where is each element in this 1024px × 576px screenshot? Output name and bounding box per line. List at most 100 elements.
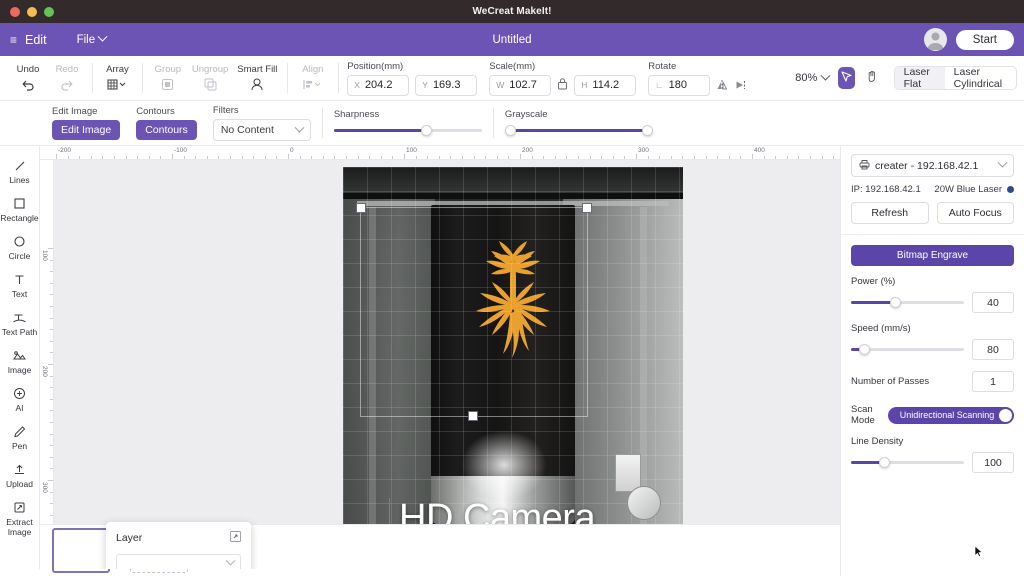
tool-extract-image[interactable]: Extract Image — [0, 500, 40, 537]
chevron-down-icon — [97, 31, 108, 42]
laser-cylindrical-option[interactable]: Laser Cylindrical — [945, 67, 1016, 89]
grayscale-group: Grayscale — [497, 101, 661, 145]
start-button[interactable]: Start — [955, 29, 1014, 50]
position-y-input[interactable]: Y 169.3 — [415, 74, 478, 96]
scale-width-input[interactable]: W 102.7 — [489, 74, 552, 96]
tool-circle[interactable]: Circle — [0, 234, 40, 261]
laser-mode-segmented[interactable]: Laser Flat Laser Cylindrical — [893, 66, 1017, 90]
page-thumbnail[interactable] — [52, 528, 110, 573]
sharpness-group: Sharpness — [326, 101, 490, 145]
laser-status-indicator — [1007, 186, 1014, 193]
rotate-group: Rotate ∟ 180 — [642, 56, 754, 100]
power-slider[interactable] — [851, 297, 964, 309]
canvas-area[interactable]: -200 -100 0 100 200 300 400 100 200 300 — [40, 146, 840, 569]
position-group: Position(mm) X 204.2 Y 169.3 — [341, 56, 483, 100]
edit-image-button[interactable]: Edit Image — [52, 120, 121, 140]
tools-sidebar: Lines Rectangle Circle Text Text Path Image AI… — [0, 146, 40, 569]
tool-upload[interactable]: Upload — [0, 462, 40, 489]
ungroup-button[interactable]: Ungroup — [192, 64, 228, 92]
slider-knob[interactable] — [879, 457, 890, 468]
slider-knob[interactable] — [859, 344, 871, 355]
device-actions: Refresh Auto Focus — [851, 202, 1014, 224]
slider-knob[interactable] — [890, 297, 901, 308]
resize-handle-tl[interactable] — [356, 203, 366, 213]
pan-tool-button[interactable] — [864, 67, 881, 89]
selection-bounding-box[interactable] — [356, 203, 592, 421]
slider-knob[interactable] — [641, 124, 653, 136]
laser-flat-option[interactable]: Laser Flat — [894, 67, 945, 89]
toggle-knob — [999, 408, 1012, 422]
filters-select[interactable]: No Content — [212, 119, 311, 141]
position-x-input[interactable]: X 204.2 — [347, 74, 410, 96]
layer-select[interactable] — [116, 554, 241, 569]
main-area: Lines Rectangle Circle Text Text Path Image AI… — [0, 146, 1024, 569]
artboard-image[interactable]: HD Camera < 1mm Ultra Precision — [343, 167, 683, 524]
auto-focus-button[interactable]: Auto Focus — [936, 202, 1014, 224]
hamburger-icon[interactable]: ≡ — [10, 33, 17, 47]
expand-icon[interactable] — [230, 531, 241, 545]
line-density-row: 100 — [851, 452, 1014, 473]
align-icon — [303, 77, 323, 92]
zoom-selector[interactable]: 80% — [795, 70, 831, 84]
extract-image-icon — [13, 500, 26, 515]
device-ip-label: IP: 192.168.42.1 — [851, 184, 921, 195]
ruler-label: 0 — [290, 147, 294, 154]
line-density-slider[interactable] — [851, 457, 964, 469]
scale-height-input[interactable]: H 114.2 — [574, 74, 637, 96]
ruler-label: 400 — [754, 147, 765, 154]
edit-image-caption: Edit Image — [52, 106, 98, 117]
select-tool-button[interactable] — [838, 67, 855, 89]
resize-handle-tr[interactable] — [582, 203, 592, 213]
tool-rectangle[interactable]: Rectangle — [0, 196, 40, 223]
rotate-input[interactable]: ∟ 180 — [648, 74, 711, 96]
hand-pan-icon — [866, 70, 879, 86]
tool-text-path[interactable]: Text Path — [0, 310, 40, 337]
file-menu[interactable]: File — [77, 31, 108, 46]
position-x-value: 204.2 — [364, 79, 393, 91]
speed-slider[interactable] — [851, 344, 964, 356]
scale-h-axis-label: H — [581, 80, 588, 90]
avatar[interactable] — [923, 28, 947, 51]
tool-pen[interactable]: Pen — [0, 424, 40, 451]
grayscale-slider[interactable] — [504, 123, 653, 137]
tool-text[interactable]: Text — [0, 272, 40, 299]
smart-fill-button[interactable]: Smart Fill — [237, 64, 277, 92]
power-value[interactable]: 40 — [972, 292, 1014, 313]
refresh-button[interactable]: Refresh — [851, 202, 929, 224]
redo-button[interactable]: Redo — [52, 64, 82, 92]
tool-image[interactable]: Image — [0, 348, 40, 375]
tool-ai[interactable]: AI — [0, 386, 40, 413]
slider-fill — [333, 128, 426, 132]
smart-fill-icon — [250, 77, 264, 92]
slider-knob[interactable] — [420, 124, 432, 136]
chevron-down-icon — [997, 157, 1008, 168]
scan-mode-toggle[interactable]: Unidirectional Scanning — [888, 406, 1014, 424]
undo-button[interactable]: Undo — [13, 64, 43, 92]
speed-value[interactable]: 80 — [972, 339, 1014, 360]
tool-lines[interactable]: Lines — [0, 158, 40, 185]
lock-aspect-icon[interactable] — [557, 77, 568, 93]
contours-button[interactable]: Contours — [136, 120, 197, 140]
sharpness-slider[interactable] — [333, 123, 482, 137]
filters-group: Filters No Content — [205, 101, 319, 145]
layer-panel[interactable]: Layer Layer 1 Create Layer — [106, 522, 251, 569]
line-density-value[interactable]: 100 — [972, 452, 1014, 473]
slider-knob-min[interactable] — [504, 124, 516, 136]
bitmap-engrave-button[interactable]: Bitmap Engrave — [851, 245, 1014, 266]
tool-label: Circle — [8, 251, 31, 261]
array-button[interactable]: Array — [102, 64, 132, 92]
tool-label: Text — [11, 289, 28, 299]
edit-menu[interactable]: Edit — [25, 33, 47, 47]
passes-value[interactable]: 1 — [972, 371, 1014, 392]
flip-horizontal-icon[interactable] — [716, 79, 729, 91]
device-selector[interactable]: creater - 192.168.42.1 — [851, 154, 1014, 177]
tool-label: Extract Image — [6, 517, 33, 537]
group-button[interactable]: Group — [153, 64, 183, 92]
circle-icon — [13, 234, 26, 249]
resize-handle-b[interactable] — [468, 411, 478, 421]
overlay-bracket-left — [389, 498, 390, 524]
flip-vertical-icon[interactable] — [735, 79, 748, 91]
align-button[interactable]: Align — [298, 64, 328, 92]
canvas-stage[interactable]: HD Camera < 1mm Ultra Precision — [54, 160, 840, 569]
redo-label: Redo — [55, 64, 79, 75]
